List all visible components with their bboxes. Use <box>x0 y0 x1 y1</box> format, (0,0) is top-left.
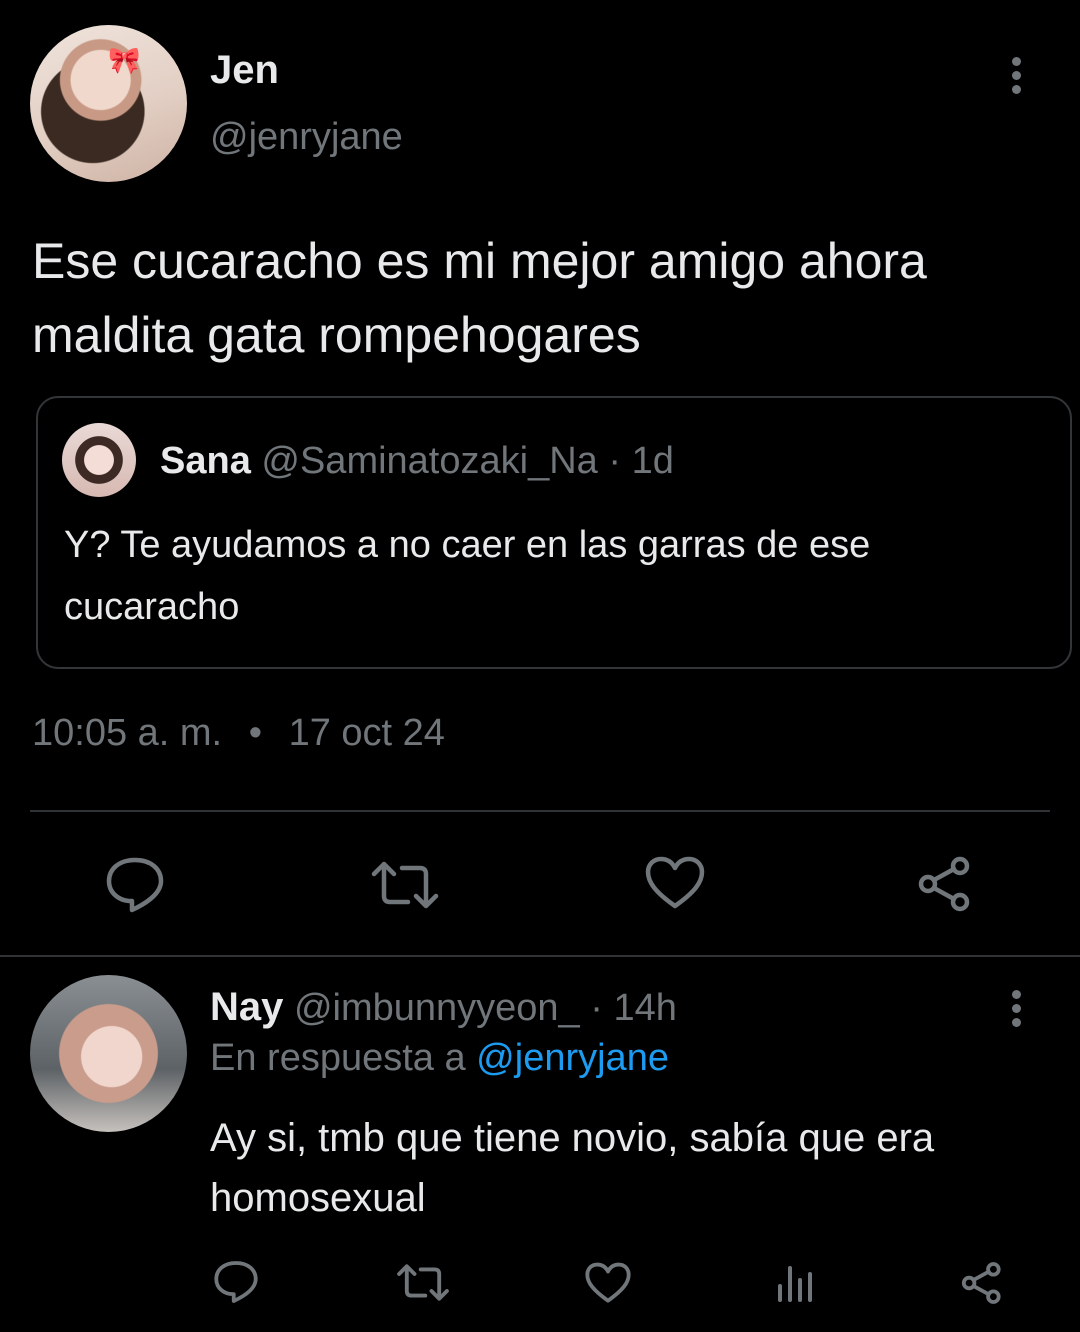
tweet-text-line: Ese cucaracho es mi mejor amigo ahora <box>32 233 927 289</box>
heart-icon[interactable] <box>645 856 705 910</box>
reply-to-link[interactable]: @jenryjane <box>476 1037 669 1079</box>
quoted-author-avatar <box>62 423 136 497</box>
retweet-icon[interactable] <box>370 860 440 910</box>
quoted-time: 1d <box>631 440 674 482</box>
views-icon[interactable] <box>776 1262 816 1302</box>
tweet-time: 10:05 a. m. <box>32 712 223 754</box>
author-handle[interactable]: @jenryjane <box>210 116 403 159</box>
reply-text: Ay si, tmb que tiene novio, sabía que er… <box>210 1108 934 1228</box>
reply-author-name[interactable]: Nay <box>210 985 283 1029</box>
author-avatar[interactable]: 🎀 <box>30 25 187 182</box>
share-icon[interactable] <box>960 1261 1004 1305</box>
tweet-text-line: maldita gata rompehogares <box>32 307 641 363</box>
share-icon[interactable] <box>916 855 974 913</box>
reply-author-avatar[interactable] <box>30 975 187 1132</box>
reply-prefix: En respuesta a <box>210 1037 466 1079</box>
more-options-icon[interactable] <box>1012 990 1022 1032</box>
retweet-icon[interactable] <box>396 1263 450 1302</box>
quoted-author-name: Sana <box>160 440 251 482</box>
tweet-timestamp[interactable]: 10:05 a. m. • 17 oct 24 <box>32 712 445 755</box>
reply-text-line: homosexual <box>210 1176 426 1220</box>
divider <box>30 810 1050 812</box>
quoted-text-line: cucaracho <box>64 586 240 628</box>
separator: · <box>590 987 603 1029</box>
separator: · <box>608 440 622 482</box>
author-name[interactable]: Jen <box>210 48 279 93</box>
bow-icon: 🎀 <box>108 45 141 75</box>
more-options-icon[interactable] <box>1012 57 1022 99</box>
tweet-text: Ese cucaracho es mi mejor amigo ahora ma… <box>32 224 927 372</box>
separator-dot: • <box>248 712 262 754</box>
reply-icon[interactable] <box>105 856 165 914</box>
quoted-author-handle: @Saminatozaki_Na <box>261 440 598 482</box>
quoted-text-line: Y? Te ayudamos a no caer en las garras d… <box>64 524 871 566</box>
reply-header: Nay @imbunnyyeon_ · 14h <box>210 985 677 1030</box>
reply-author-handle[interactable]: @imbunnyyeon_ <box>294 987 580 1029</box>
reply-text-line: Ay si, tmb que tiene novio, sabía que er… <box>210 1116 935 1160</box>
reply-time: 14h <box>613 987 677 1029</box>
divider <box>0 955 1080 957</box>
reply-context: En respuesta a @jenryjane <box>210 1037 669 1080</box>
tweet-date: 17 oct 24 <box>288 712 445 754</box>
quoted-tweet-text: Y? Te ayudamos a no caer en las garras d… <box>64 514 870 638</box>
heart-icon[interactable] <box>585 1262 631 1304</box>
reply-icon[interactable] <box>213 1260 259 1304</box>
quoted-tweet-header: Sana @Saminatozaki_Na · 1d <box>160 440 674 483</box>
